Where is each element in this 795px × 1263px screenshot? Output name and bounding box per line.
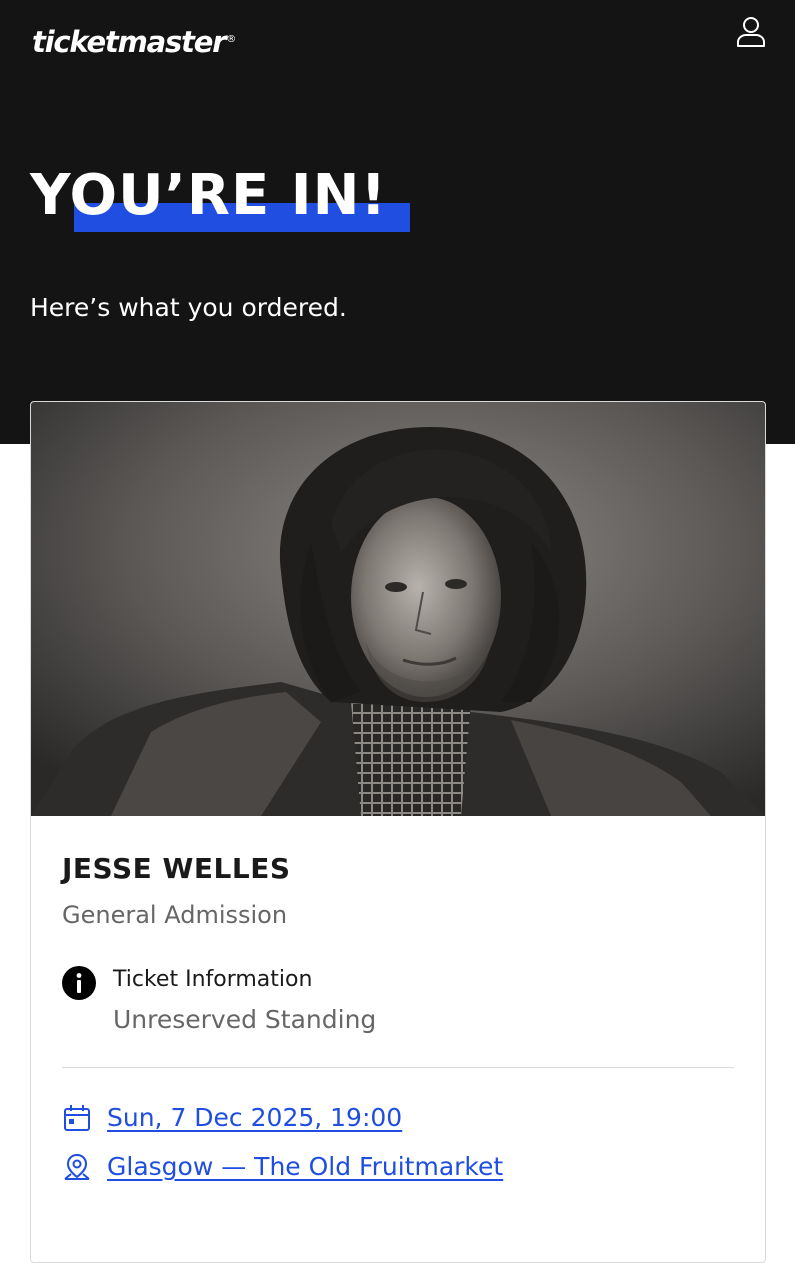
divider	[62, 1067, 734, 1068]
map-pin-icon	[64, 1153, 90, 1180]
event-date-row: Sun, 7 Dec 2025, 19:00	[62, 1099, 742, 1139]
event-name: JESSE WELLES	[62, 852, 291, 885]
event-date-link[interactable]: Sun, 7 Dec 2025, 19:00	[107, 1099, 402, 1137]
info-icon	[62, 966, 96, 1000]
logo-text: ticketmaster	[32, 25, 226, 59]
registered-mark: ®	[226, 34, 237, 45]
ticket-information: Ticket Information Unreserved Standing	[62, 964, 742, 1040]
artist-photo	[31, 402, 765, 816]
calendar-icon	[64, 1105, 90, 1131]
confirmation-hero: ticketmaster® YOU’RE IN! Here’s what you…	[0, 0, 795, 444]
confirmation-subhead: Here’s what you ordered.	[30, 293, 347, 322]
confirmation-headline: YOU’RE IN!	[30, 163, 388, 228]
headline-block: YOU’RE IN!	[30, 160, 430, 240]
user-icon[interactable]	[733, 14, 769, 50]
ticket-info-value: Unreserved Standing	[113, 1005, 377, 1034]
ticket-info-label: Ticket Information	[113, 967, 313, 992]
ticketmaster-logo[interactable]: ticketmaster®	[32, 20, 236, 62]
event-venue-link[interactable]: Glasgow — The Old Fruitmarket	[107, 1148, 503, 1186]
event-venue-row: Glasgow — The Old Fruitmarket	[62, 1148, 742, 1188]
order-card: JESSE WELLES General Admission Ticket In…	[30, 401, 766, 1263]
ticket-type: General Admission	[62, 901, 288, 929]
